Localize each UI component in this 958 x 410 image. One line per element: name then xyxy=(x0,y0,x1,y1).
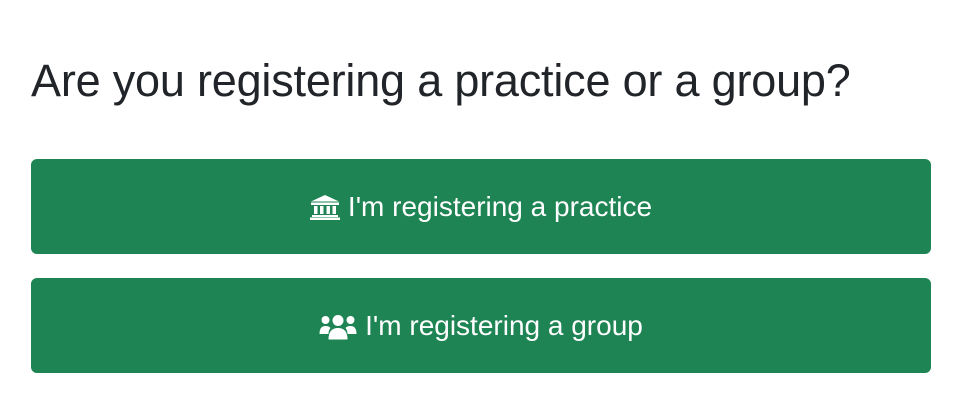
register-practice-button[interactable]: I'm registering a practice xyxy=(31,159,931,254)
register-practice-label: I'm registering a practice xyxy=(347,190,653,222)
register-group-button[interactable]: I'm registering a group xyxy=(31,278,931,373)
users-icon xyxy=(319,312,357,340)
register-group-label: I'm registering a group xyxy=(365,309,643,341)
landmark-icon xyxy=(309,194,340,220)
page-title: Are you registering a practice or a grou… xyxy=(31,55,851,106)
